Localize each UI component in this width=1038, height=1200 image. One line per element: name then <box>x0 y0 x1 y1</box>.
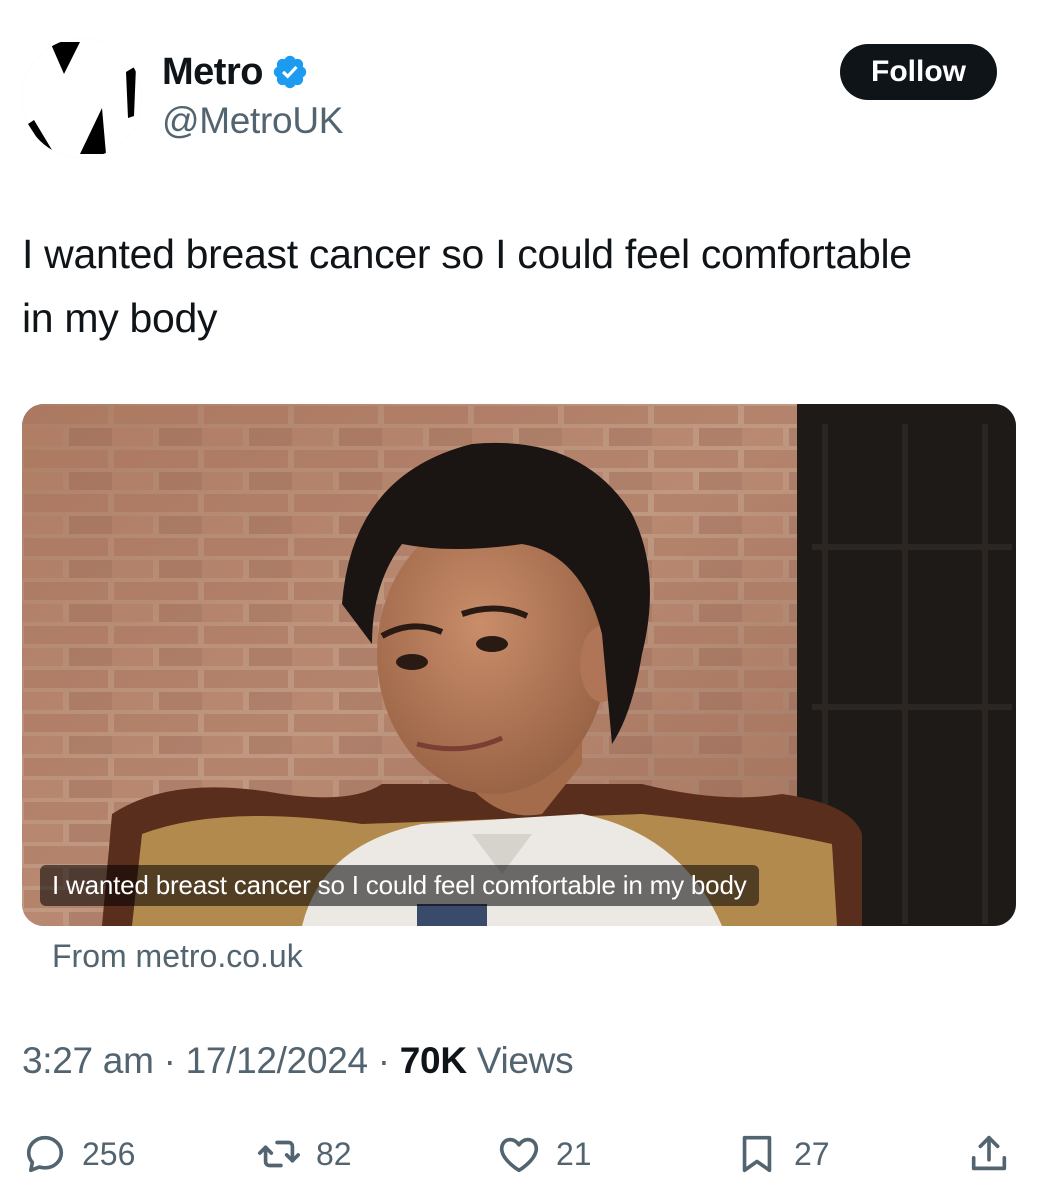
metro-logo-icon <box>22 38 142 158</box>
share-icon <box>971 1135 1007 1171</box>
bookmark-count: 27 <box>794 1135 830 1172</box>
bookmark-button[interactable]: 27 <box>734 1126 830 1182</box>
like-icon <box>499 1137 539 1173</box>
meta-separator: · <box>377 1040 390 1081</box>
avatar[interactable] <box>22 38 142 158</box>
reply-button[interactable]: 256 <box>22 1126 135 1182</box>
tweet-meta: 3:27 am · 17/12/2024 · 70K Views <box>22 1040 574 1082</box>
repost-button[interactable]: 82 <box>256 1126 352 1182</box>
bookmark-icon <box>742 1135 772 1173</box>
like-count: 21 <box>556 1135 592 1172</box>
author-handle[interactable]: @MetroUK <box>162 100 343 142</box>
source-link[interactable]: From metro.co.uk <box>52 938 303 975</box>
card-caption: I wanted breast cancer so I could feel c… <box>40 865 759 906</box>
meta-separator: · <box>163 1040 176 1081</box>
share-button[interactable] <box>966 1126 1012 1182</box>
verified-badge-icon <box>273 55 307 89</box>
reply-icon <box>26 1135 64 1173</box>
link-card[interactable]: I wanted breast cancer so I could feel c… <box>22 404 1016 926</box>
tweet-time[interactable]: 3:27 am <box>22 1040 154 1081</box>
article-photo <box>22 404 1016 926</box>
views-count: 70K <box>399 1040 467 1081</box>
repost-icon <box>258 1140 300 1168</box>
like-button[interactable]: 21 <box>496 1126 592 1182</box>
author-name[interactable]: Metro <box>162 51 263 94</box>
tweet-date[interactable]: 17/12/2024 <box>186 1040 368 1081</box>
reply-count: 256 <box>82 1135 136 1172</box>
author-name-row[interactable]: Metro <box>162 48 309 96</box>
tweet-text: I wanted breast cancer so I could feel c… <box>22 231 912 341</box>
views-label: Views <box>476 1040 574 1081</box>
follow-button[interactable]: Follow <box>840 44 997 100</box>
action-bar: 256 82 21 27 <box>22 1126 1016 1182</box>
repost-count: 82 <box>316 1135 352 1172</box>
